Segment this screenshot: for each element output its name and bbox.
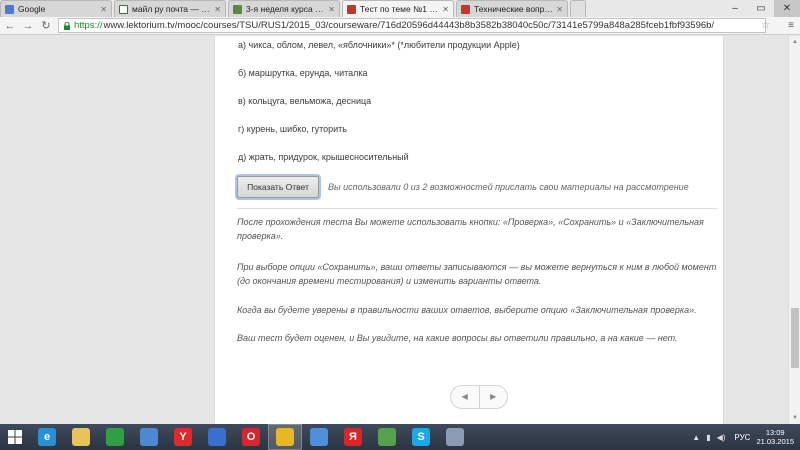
browser-toolbar: ← → ↻ https:// www.lektorium.tv/mooc/cou… — [0, 17, 800, 35]
url-text: www.lektorium.tv/mooc/courses/TSU/RUS1/2… — [103, 20, 715, 31]
yandex-browser-icon: Y — [174, 428, 192, 446]
network-icon[interactable]: ▮ — [706, 433, 710, 442]
close-tab-icon[interactable]: ✕ — [328, 5, 335, 14]
volume-icon[interactable]: ◀) — [717, 433, 726, 442]
clock-time: 13:09 — [765, 428, 785, 437]
scroll-up-icon[interactable]: ▲ — [789, 36, 800, 48]
chrome-icon — [276, 428, 294, 446]
taskbar-app-yandex[interactable]: Я — [336, 424, 370, 450]
close-tab-icon[interactable]: ✕ — [100, 5, 107, 14]
tab-course-week[interactable]: 3-я неделя курса "Русск ✕ — [228, 0, 340, 17]
lock-icon — [64, 21, 70, 30]
windows-logo-icon — [8, 430, 22, 444]
answer-option-b: б) маршрутка, ерунда, читалка — [238, 68, 368, 78]
next-page-button[interactable]: ▶ — [480, 386, 508, 408]
tab-title: Технические вопросы | — [474, 4, 554, 14]
taskbar-app-chrome[interactable] — [268, 424, 302, 450]
page-viewport: а) чикса, облом, левел, «яблочники»* (*л… — [0, 36, 800, 424]
system-tray: ▲ ▮ ◀) РУС 13:09 21.03.2015 — [689, 424, 794, 450]
taskbar-app-opera[interactable]: O — [234, 424, 268, 450]
explorer-icon — [72, 428, 90, 446]
note-paragraph-3: Когда вы будете уверены в правильности в… — [237, 305, 697, 315]
lektorium-favicon-icon — [347, 4, 356, 14]
note-paragraph-2: При выборе опции «Сохранить», ваши ответ… — [237, 262, 717, 286]
show-hidden-icon[interactable]: ▲ — [692, 433, 700, 442]
taskbar-app-compass[interactable] — [200, 424, 234, 450]
tab-quiz-active[interactable]: Тест по теме №1 | RUS1 | ✕ — [342, 0, 454, 17]
yandex-icon: Я — [344, 428, 362, 446]
clock[interactable]: 13:09 21.03.2015 — [756, 428, 794, 446]
show-answer-button[interactable]: Показать Ответ — [237, 176, 319, 198]
tab-title: Тест по теме №1 | RUS1 | — [360, 4, 439, 14]
tab-google[interactable]: Google ✕ — [0, 0, 112, 17]
answer-option-a: а) чикса, облом, левел, «яблочники»* (*л… — [238, 40, 520, 50]
divider — [237, 208, 717, 209]
new-tab-button[interactable] — [570, 0, 586, 17]
answer-option-e: д) жрать, придурок, крышесносительный — [238, 152, 409, 162]
reload-icon[interactable]: ↻ — [38, 18, 54, 34]
course-favicon-icon — [233, 4, 242, 14]
compass-icon — [208, 428, 226, 446]
tab-title: 3-я неделя курса "Русск — [246, 4, 325, 14]
tab-strip: Google ✕ майл ру почта — Яндекс ✕ 3-я не… — [0, 0, 800, 17]
taskbar-app-window[interactable] — [438, 424, 472, 450]
opera-icon: O — [242, 428, 260, 446]
lektorium-favicon-icon — [461, 4, 470, 14]
taskbar-app-puzzle[interactable] — [370, 424, 404, 450]
attempts-text: Вы использовали 0 из 2 возможностей прис… — [328, 182, 689, 192]
tab-mail[interactable]: майл ру почта — Яндекс ✕ — [114, 0, 226, 17]
puzzle-icon — [378, 428, 396, 446]
address-bar[interactable]: https:// www.lektorium.tv/mooc/courses/T… — [58, 18, 766, 33]
taskbar-app-ie[interactable]: e — [30, 424, 64, 450]
close-tab-icon[interactable]: ✕ — [442, 5, 449, 14]
media-icon — [310, 428, 328, 446]
taskbar-app-yandex-browser[interactable]: Y — [166, 424, 200, 450]
taskbar-apps: eYOЯS — [30, 424, 472, 450]
tab-tech-questions[interactable]: Технические вопросы | ✕ — [456, 0, 568, 17]
prev-page-button[interactable]: ◀ — [451, 386, 480, 408]
taskbar-app-explorer[interactable] — [64, 424, 98, 450]
forward-icon[interactable]: → — [20, 18, 36, 34]
close-window-icon[interactable]: ✕ — [774, 0, 800, 17]
skype-icon: S — [412, 428, 430, 446]
answer-option-d: г) курень, шибко, гуторить — [238, 124, 347, 134]
clock-date: 21.03.2015 — [756, 437, 794, 446]
menu-icon[interactable]: ≡ — [788, 20, 794, 31]
minimize-icon[interactable]: – — [722, 0, 748, 17]
yandex-favicon-icon — [119, 4, 128, 14]
close-tab-icon[interactable]: ✕ — [214, 5, 221, 14]
bookmark-star-icon[interactable]: ☆ — [761, 20, 770, 31]
taskbar-app-monitor[interactable] — [132, 424, 166, 450]
window-controls: – ▭ ✕ — [722, 0, 800, 17]
tab-title: Google — [18, 4, 46, 14]
vertical-scrollbar[interactable]: ▲ ▼ — [788, 36, 800, 424]
back-icon[interactable]: ← — [2, 18, 18, 34]
taskbar-app-media[interactable] — [302, 424, 336, 450]
google-favicon-icon — [5, 4, 14, 14]
window-icon — [446, 428, 464, 446]
answer-option-c: в) кольцуга, вельможа, десница — [238, 96, 372, 106]
start-button[interactable] — [0, 424, 30, 450]
scroll-down-icon[interactable]: ▼ — [789, 412, 800, 424]
store-icon — [106, 428, 124, 446]
language-indicator[interactable]: РУС — [734, 433, 750, 442]
pager: ◀ ▶ — [450, 385, 508, 409]
tab-title: майл ру почта — Яндекс — [132, 4, 211, 14]
course-content: а) чикса, облом, левел, «яблочники»* (*л… — [214, 36, 724, 424]
taskbar-app-store[interactable] — [98, 424, 132, 450]
monitor-icon — [140, 428, 158, 446]
scroll-thumb[interactable] — [791, 308, 799, 368]
url-scheme: https:// — [74, 20, 103, 31]
note-paragraph-1: После прохождения теста Вы можете исполь… — [237, 217, 704, 241]
close-tab-icon[interactable]: ✕ — [556, 5, 563, 14]
maximize-icon[interactable]: ▭ — [748, 0, 774, 17]
taskbar: e Y O Я S ▲ ▮ ◀) РУС 13:09 21.03.2015 — [0, 424, 800, 450]
note-paragraph-4: Ваш тест будет оценен, и Вы увидите, на … — [237, 333, 678, 343]
taskbar-app-skype[interactable]: S — [404, 424, 438, 450]
ie-icon: e — [38, 428, 56, 446]
